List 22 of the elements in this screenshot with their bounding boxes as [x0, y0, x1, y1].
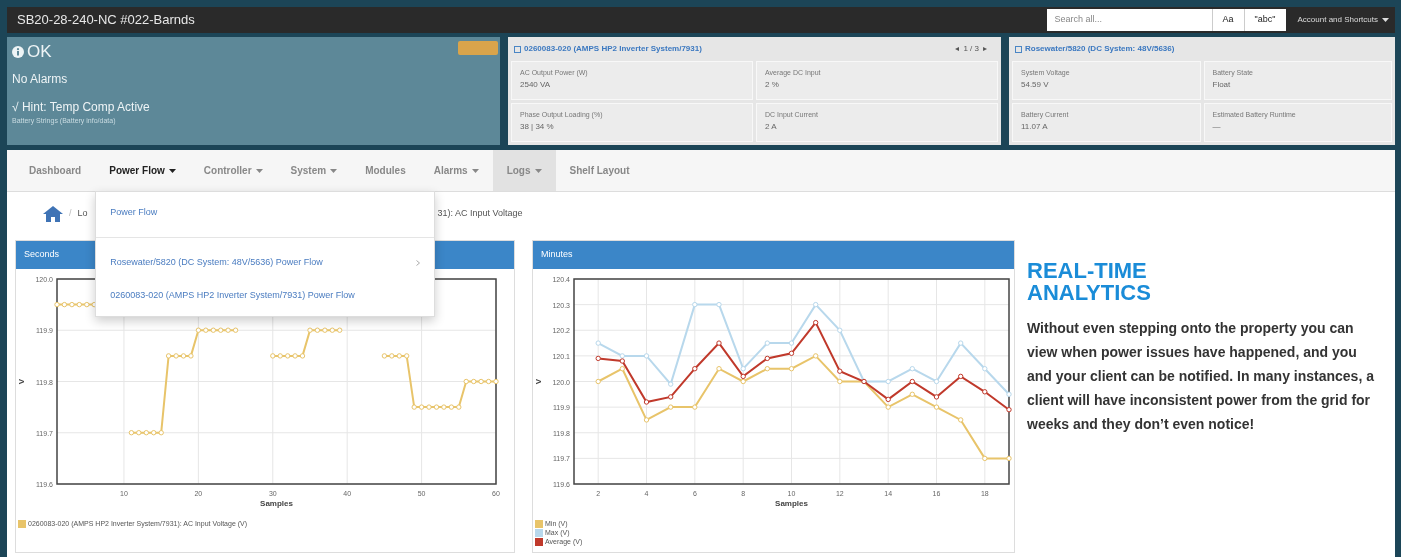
promo-heading: REAL-TIME ANALYTICS [1027, 260, 1152, 304]
metric-value: 2 % [765, 78, 780, 91]
metric-value: 2 A [765, 120, 778, 133]
axis-title: Samples [260, 499, 293, 508]
alarm-status: No Alarms [12, 70, 69, 88]
promo-text: Without even stepping onto the property you can view when power issues have happened, and you and your client can be notified. In many instances, a client will have inconsistent power from the grid for weeks and they don’t even notice! [1027, 319, 1375, 434]
page-indicator: 1 / 3 [963, 43, 979, 55]
panel-title: Minutes [533, 241, 1014, 269]
axis-title: V [534, 378, 543, 385]
metric-value: 2540 VA [520, 78, 552, 91]
breadcrumb-current: 31): AC Input Voltage [437, 207, 523, 221]
axis-title: V [17, 378, 26, 385]
breadcrumb-separator: / [69, 207, 72, 221]
hint-text: √ Hint: Temp Comp Active [12, 98, 151, 116]
window-title: SB20-28-240-NC #022-Barnds [17, 11, 195, 30]
metric-value: 38 | 34 % [520, 120, 555, 133]
metric-value: Float [1212, 78, 1232, 91]
metric-value: — [1212, 120, 1222, 133]
axis-title: Samples [775, 499, 808, 508]
status-text: OK [27, 41, 52, 63]
metric-value: 11.07 A [1021, 120, 1049, 133]
metric-value: 54.59 V [1021, 78, 1050, 91]
